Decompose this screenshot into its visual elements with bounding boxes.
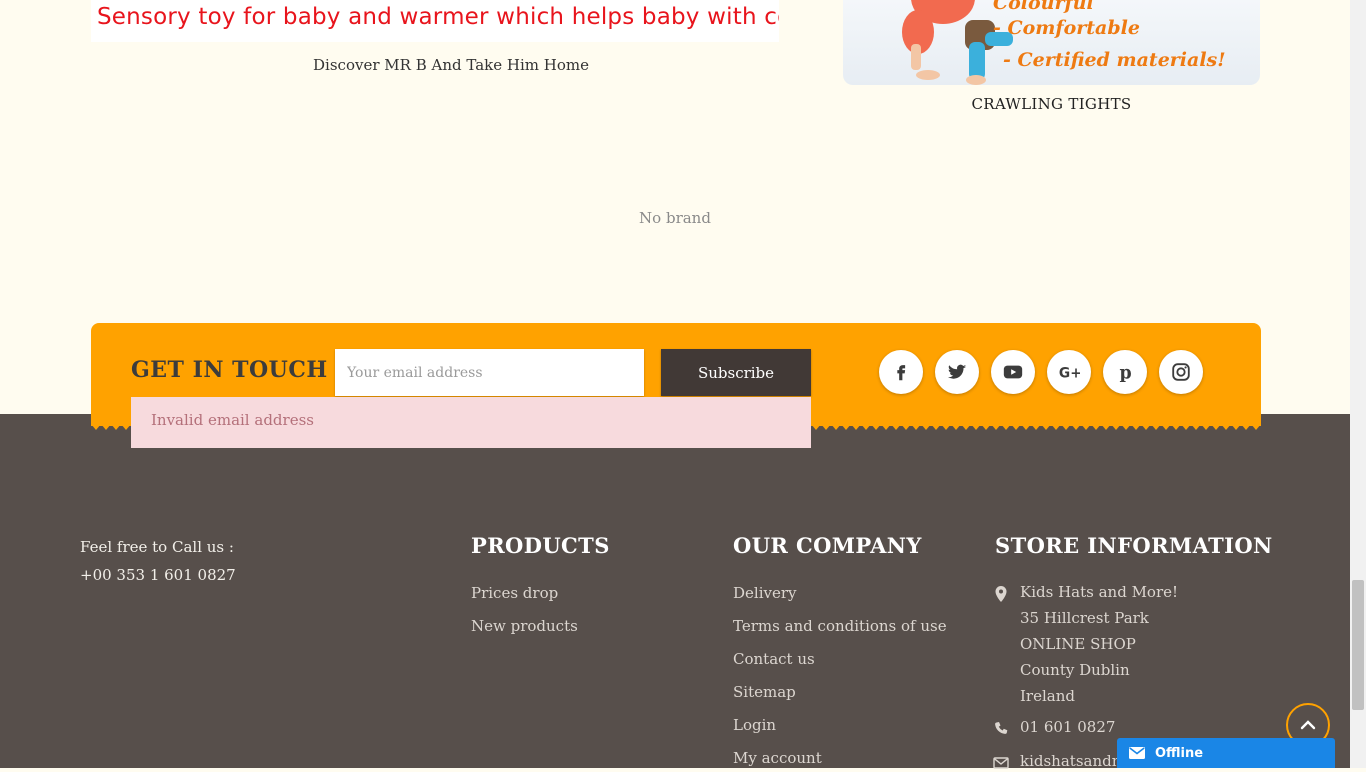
phone-icon: [995, 722, 1008, 734]
footer-link-terms[interactable]: Terms and conditions of use: [733, 617, 947, 635]
store-email-link[interactable]: kidshatsandm: [1020, 752, 1126, 770]
footer-link-delivery[interactable]: Delivery: [733, 584, 797, 602]
chat-status: Offline: [1155, 745, 1204, 761]
products-title: PRODUCTS: [471, 533, 610, 558]
call-us-phone: +00 353 1 601 0827: [80, 566, 236, 584]
scrollbar-thumb[interactable]: [1352, 580, 1364, 710]
store-information-title: STORE INFORMATION: [995, 533, 1273, 558]
instagram-icon[interactable]: [1159, 350, 1203, 394]
store-address-line: ONLINE SHOP: [1020, 635, 1136, 653]
store-address-line: County Dublin: [1020, 661, 1130, 679]
newsletter-title: GET IN TOUCH: [131, 357, 328, 383]
google-plus-icon[interactable]: G+: [1047, 350, 1091, 394]
twitter-icon[interactable]: [935, 350, 979, 394]
footer-link-sitemap[interactable]: Sitemap: [733, 683, 796, 701]
footer-link-my-account[interactable]: My account: [733, 749, 822, 767]
subscribe-button[interactable]: Subscribe: [661, 349, 811, 396]
chat-widget[interactable]: Offline: [1117, 738, 1335, 768]
banner-text: Sensory toy for baby and warmer which he…: [97, 4, 779, 30]
envelope-icon: [1129, 747, 1145, 759]
banner-line-2: - Comfortable: [993, 17, 1140, 39]
page: Sensory toy for baby and warmer which he…: [0, 0, 1350, 770]
product-banner-mr-b[interactable]: Sensory toy for baby and warmer which he…: [91, 0, 779, 42]
envelope-icon: [993, 757, 1009, 769]
footer-link-contact-us[interactable]: Contact us: [733, 650, 815, 668]
footer-link-prices-drop[interactable]: Prices drop: [471, 584, 558, 602]
svg-text:p: p: [1120, 363, 1132, 383]
map-marker-icon: [995, 586, 1007, 602]
product-banner-crawling-tights[interactable]: Colourful - Comfortable - Certified mate…: [843, 0, 1260, 85]
banner-line-1: Colourful: [993, 0, 1094, 14]
email-error-alert: Invalid email address: [131, 397, 811, 448]
footer-link-new-products[interactable]: New products: [471, 617, 578, 635]
product-caption-crawling-tights[interactable]: CRAWLING TIGHTS: [843, 95, 1260, 113]
svg-text:G+: G+: [1059, 366, 1080, 382]
product-caption-mr-b[interactable]: Discover MR B And Take Him Home: [91, 56, 811, 74]
facebook-icon[interactable]: [879, 350, 923, 394]
store-address-line: 35 Hillcrest Park: [1020, 609, 1149, 627]
store-address-line: Ireland: [1020, 687, 1075, 705]
youtube-icon[interactable]: [991, 350, 1035, 394]
our-company-title: OUR COMPANY: [733, 533, 922, 558]
footer-link-login[interactable]: Login: [733, 716, 776, 734]
chevron-up-icon: [1300, 720, 1316, 730]
no-brand-text: No brand: [639, 209, 711, 227]
newsletter-email-input[interactable]: [335, 349, 644, 396]
pinterest-icon[interactable]: p: [1103, 350, 1147, 394]
store-phone: 01 601 0827: [1020, 718, 1116, 736]
store-address-line: Kids Hats and More!: [1020, 583, 1179, 601]
call-us-label: Feel free to Call us :: [80, 538, 234, 556]
banner-line-3: - Certified materials!: [1003, 49, 1226, 71]
